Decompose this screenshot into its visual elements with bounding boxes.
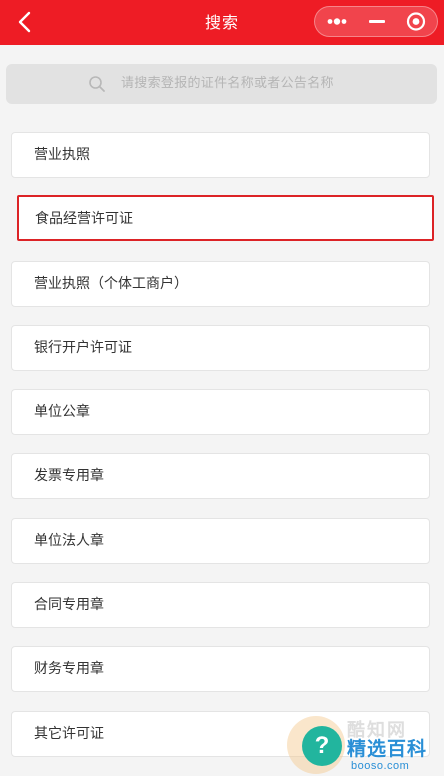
search-input[interactable]: 请搜索登报的证件名称或者公告名称 [6, 64, 437, 104]
list-item-label: 营业执照（个体工商户） [34, 276, 188, 292]
close-target-icon [406, 12, 426, 31]
minimize-icon [369, 20, 385, 23]
list-item-label: 其它许可证 [34, 726, 104, 742]
more-button[interactable] [317, 7, 357, 36]
list-item[interactable]: 营业执照 [11, 132, 430, 178]
more-dots-icon [327, 18, 347, 25]
list-item-label: 单位法人章 [34, 533, 104, 549]
list-item[interactable]: 单位公章 [11, 389, 430, 435]
close-button[interactable] [397, 7, 437, 36]
search-page: 搜索 请搜索登报的证件名称或者公告名称 营业执照 食品经营许可证 营业执照（个体… [0, 0, 444, 776]
list-item[interactable]: 营业执照（个体工商户） [11, 261, 430, 307]
list-item[interactable]: 财务专用章 [11, 646, 430, 692]
list-item-label: 银行开户许可证 [34, 340, 132, 356]
watermark-title: 精选百科 [347, 738, 428, 760]
search-icon [89, 76, 105, 92]
list-item-label: 营业执照 [34, 147, 90, 163]
watermark: ? 酷知网 精选百科 booso.com [285, 714, 444, 776]
list-item-label: 财务专用章 [34, 661, 104, 677]
list-item-label: 单位公章 [34, 404, 90, 420]
list-item[interactable]: 发票专用章 [11, 453, 430, 499]
list-item-label: 合同专用章 [34, 597, 104, 613]
list-item[interactable]: 单位法人章 [11, 518, 430, 564]
watermark-domain: booso.com [351, 760, 410, 772]
list-item-label: 发票专用章 [34, 468, 104, 484]
list-item-highlighted[interactable]: 食品经营许可证 [17, 195, 434, 241]
question-mark-icon: ? [302, 726, 342, 766]
search-placeholder: 请搜索登报的证件名称或者公告名称 [121, 76, 334, 91]
list-item-label: 食品经营许可证 [35, 211, 133, 227]
list-item[interactable]: 合同专用章 [11, 582, 430, 628]
title-bar: 搜索 [0, 0, 444, 45]
minimize-button[interactable] [357, 7, 397, 36]
mini-program-capsule [314, 6, 438, 37]
list-item[interactable]: 银行开户许可证 [11, 325, 430, 371]
